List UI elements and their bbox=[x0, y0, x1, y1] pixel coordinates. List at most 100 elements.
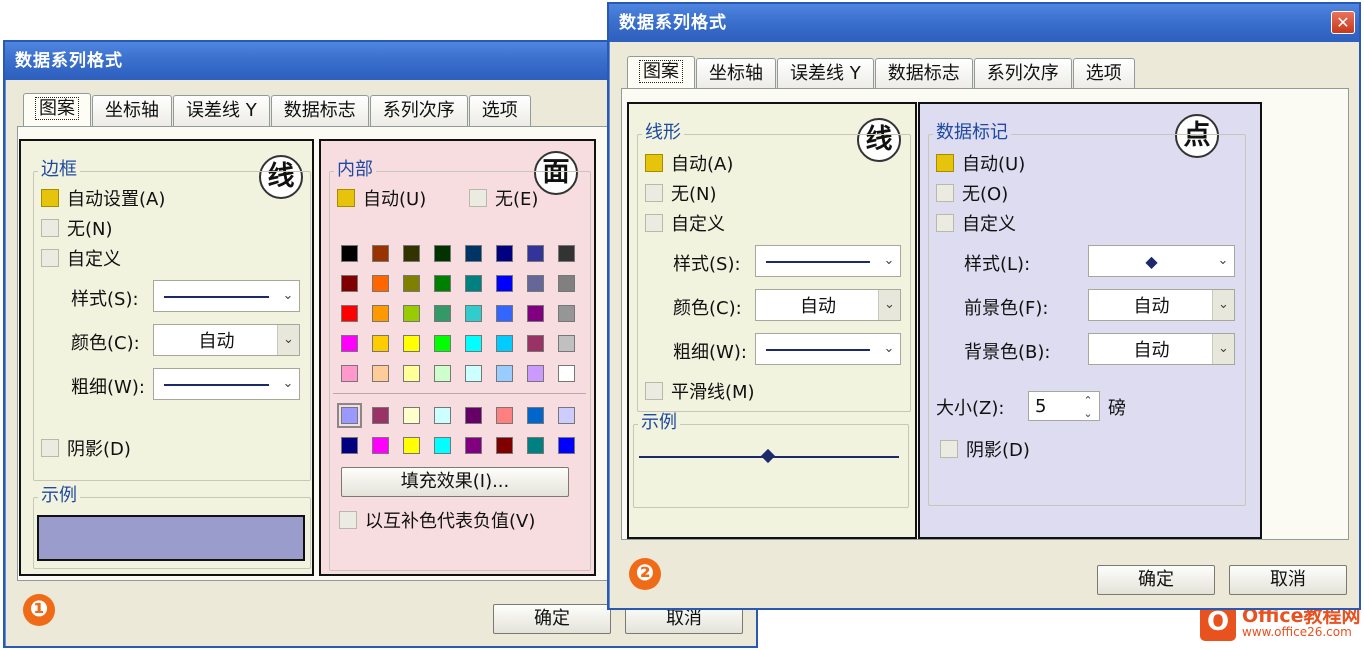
color-swatch[interactable] bbox=[434, 407, 451, 424]
checkbox-icon[interactable] bbox=[337, 189, 355, 207]
tab-data-labels[interactable]: 数据标志 bbox=[270, 95, 369, 127]
line-weight-select[interactable]: ⌄ bbox=[755, 333, 901, 365]
color-swatch[interactable] bbox=[341, 275, 358, 292]
color-swatch[interactable] bbox=[496, 305, 513, 322]
line-auto-option[interactable]: 自动(A) bbox=[645, 150, 733, 176]
background-color-select[interactable]: 自动 ⌄ bbox=[1088, 333, 1235, 365]
tab-y-error-bars[interactable]: 误差线 Y bbox=[173, 95, 270, 127]
color-swatch[interactable] bbox=[465, 275, 482, 292]
line-custom-option[interactable]: 自定义 bbox=[645, 210, 725, 236]
marker-custom-option[interactable]: 自定义 bbox=[936, 210, 1016, 236]
color-swatch[interactable] bbox=[558, 335, 575, 352]
color-swatch[interactable] bbox=[434, 245, 451, 262]
tab-series-order[interactable]: 系列次序 bbox=[973, 58, 1072, 90]
color-swatch[interactable] bbox=[372, 335, 389, 352]
checkbox-icon[interactable] bbox=[645, 214, 663, 232]
checkbox-icon[interactable] bbox=[41, 439, 59, 457]
checkbox-icon[interactable] bbox=[936, 154, 954, 172]
color-swatch[interactable] bbox=[465, 305, 482, 322]
checkbox-icon[interactable] bbox=[41, 189, 59, 207]
line-style-select[interactable]: ⌄ bbox=[153, 280, 300, 312]
spinner-arrows-icon[interactable]: ⌃ ⌄ bbox=[1077, 392, 1099, 420]
color-swatch[interactable] bbox=[341, 437, 358, 454]
color-swatch[interactable] bbox=[403, 365, 420, 382]
color-swatch[interactable] bbox=[558, 365, 575, 382]
checkbox-icon[interactable] bbox=[940, 440, 958, 458]
cancel-button[interactable]: 取消 bbox=[1229, 565, 1347, 595]
color-swatch[interactable] bbox=[372, 245, 389, 262]
line-style-select[interactable]: ⌄ bbox=[755, 245, 901, 277]
color-swatch[interactable] bbox=[403, 305, 420, 322]
color-swatch[interactable] bbox=[496, 365, 513, 382]
color-swatch[interactable] bbox=[558, 275, 575, 292]
color-swatch[interactable] bbox=[496, 275, 513, 292]
tab-patterns[interactable]: 图案 bbox=[627, 56, 695, 90]
color-swatch[interactable] bbox=[496, 437, 513, 454]
shadow-option[interactable]: 阴影(D) bbox=[41, 435, 131, 461]
color-swatch[interactable] bbox=[341, 245, 358, 262]
marker-style-select[interactable]: ◆ ⌄ bbox=[1088, 245, 1235, 277]
color-swatch[interactable] bbox=[434, 437, 451, 454]
marker-none-option[interactable]: 无(O) bbox=[936, 180, 1008, 206]
tab-data-labels[interactable]: 数据标志 bbox=[874, 58, 973, 90]
checkbox-icon[interactable] bbox=[645, 382, 663, 400]
color-swatch[interactable] bbox=[341, 335, 358, 352]
tab-axis[interactable]: 坐标轴 bbox=[696, 58, 776, 90]
color-swatch[interactable] bbox=[465, 245, 482, 262]
color-swatch[interactable] bbox=[465, 407, 482, 424]
checkbox-icon[interactable] bbox=[469, 189, 487, 207]
tab-options[interactable]: 选项 bbox=[468, 95, 531, 127]
ok-button[interactable]: 确定 bbox=[1097, 565, 1215, 595]
color-swatch[interactable] bbox=[496, 335, 513, 352]
checkbox-icon[interactable] bbox=[41, 219, 59, 237]
line-weight-select[interactable]: ⌄ bbox=[153, 368, 300, 400]
color-swatch[interactable] bbox=[465, 365, 482, 382]
color-swatch[interactable] bbox=[372, 407, 389, 424]
line-color-select[interactable]: 自动 ⌄ bbox=[755, 289, 901, 321]
color-swatch[interactable] bbox=[372, 275, 389, 292]
color-swatch[interactable] bbox=[527, 335, 544, 352]
color-swatch[interactable] bbox=[372, 365, 389, 382]
color-swatch[interactable] bbox=[527, 275, 544, 292]
color-swatch[interactable] bbox=[341, 305, 358, 322]
tab-y-error-bars[interactable]: 误差线 Y bbox=[777, 58, 874, 90]
color-swatch[interactable] bbox=[403, 245, 420, 262]
tab-patterns[interactable]: 图案 bbox=[23, 93, 91, 127]
color-swatch[interactable] bbox=[403, 437, 420, 454]
color-swatch[interactable] bbox=[434, 275, 451, 292]
checkbox-icon[interactable] bbox=[645, 154, 663, 172]
area-none-option[interactable]: 无(E) bbox=[469, 185, 538, 211]
invert-if-negative-option[interactable]: 以互补色代表负值(V) bbox=[339, 507, 535, 533]
color-swatch[interactable] bbox=[527, 305, 544, 322]
ok-button[interactable]: 确定 bbox=[493, 604, 611, 634]
checkbox-icon[interactable] bbox=[936, 214, 954, 232]
foreground-color-select[interactable]: 自动 ⌄ bbox=[1088, 289, 1235, 321]
color-swatch[interactable] bbox=[496, 407, 513, 424]
line-color-select[interactable]: 自动 ⌄ bbox=[153, 324, 300, 356]
color-swatch[interactable] bbox=[403, 407, 420, 424]
color-swatch[interactable] bbox=[465, 437, 482, 454]
marker-auto-option[interactable]: 自动(U) bbox=[936, 150, 1025, 176]
color-swatch[interactable] bbox=[434, 335, 451, 352]
color-swatch[interactable] bbox=[403, 275, 420, 292]
color-swatch[interactable] bbox=[527, 407, 544, 424]
color-swatch[interactable] bbox=[558, 437, 575, 454]
color-swatch[interactable] bbox=[527, 245, 544, 262]
color-swatch[interactable] bbox=[372, 305, 389, 322]
tab-axis[interactable]: 坐标轴 bbox=[92, 95, 172, 127]
tab-series-order[interactable]: 系列次序 bbox=[369, 95, 468, 127]
color-swatch[interactable] bbox=[372, 437, 389, 454]
color-swatch[interactable] bbox=[527, 365, 544, 382]
border-auto-option[interactable]: 自动设置(A) bbox=[41, 185, 165, 211]
checkbox-icon[interactable] bbox=[41, 249, 59, 267]
fill-effects-button[interactable]: 填充效果(I)... bbox=[341, 467, 569, 497]
marker-shadow-option[interactable]: 阴影(D) bbox=[940, 436, 1030, 462]
checkbox-icon[interactable] bbox=[936, 184, 954, 202]
color-swatch[interactable] bbox=[337, 403, 362, 428]
color-swatch[interactable] bbox=[558, 407, 575, 424]
color-swatch[interactable] bbox=[434, 305, 451, 322]
size-spinner[interactable]: 5 ⌃ ⌄ bbox=[1028, 391, 1100, 421]
checkbox-icon[interactable] bbox=[339, 511, 357, 529]
color-swatch[interactable] bbox=[558, 305, 575, 322]
area-auto-option[interactable]: 自动(U) bbox=[337, 185, 426, 211]
